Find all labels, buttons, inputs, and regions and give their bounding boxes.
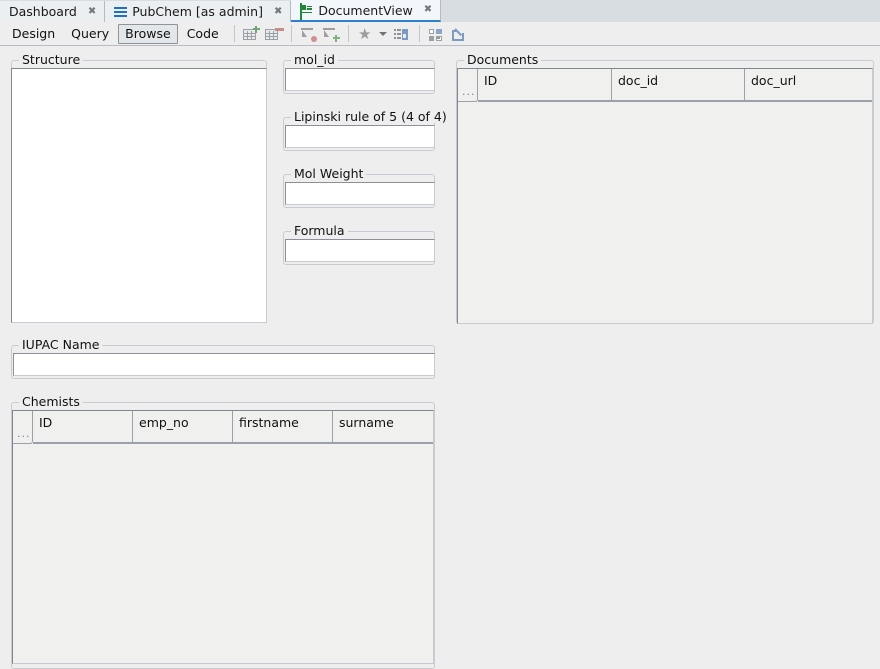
bars-icon: [114, 6, 127, 18]
documents-table-body[interactable]: [458, 102, 872, 323]
chemists-column-header-id[interactable]: ID: [33, 411, 133, 444]
save-list-icon[interactable]: [391, 25, 411, 43]
documents-column-header-doc-id[interactable]: doc_id: [612, 69, 745, 102]
open-in-window-icon[interactable]: [448, 25, 468, 43]
mol-weight-label: Mol Weight: [291, 167, 366, 180]
iupac-name-label: IUPAC Name: [19, 338, 102, 351]
documents-label: Documents: [464, 53, 541, 66]
chemists-column-header-emp-no[interactable]: emp_no: [133, 411, 233, 444]
tab-bar: Dashboard ✖ PubChem [as admin] ✖ Documen…: [0, 0, 880, 23]
tab-label: PubChem [as admin]: [132, 4, 263, 19]
documents-corner-label: ...: [462, 89, 476, 95]
chemists-corner-label: ...: [17, 431, 31, 437]
close-icon[interactable]: ✖: [88, 7, 96, 17]
lipinski-group: Lipinski rule of 5 (4 of 4): [283, 111, 435, 151]
form-content: Structure mol_id Lipinski rule of 5 (4 o…: [0, 47, 880, 669]
toolbar: Design Query Browse Code ★: [0, 22, 880, 46]
add-row-icon[interactable]: [241, 25, 261, 43]
mode-button-browse[interactable]: Browse: [118, 24, 178, 44]
formula-input[interactable]: [285, 239, 435, 262]
tab-label: DocumentView: [318, 3, 412, 18]
documents-column-header-doc-url[interactable]: doc_url: [745, 69, 872, 102]
mol-id-label: mol_id: [291, 53, 338, 66]
documents-group: Documents ... ID doc_id doc_url: [456, 54, 874, 324]
mol-weight-input[interactable]: [285, 182, 435, 205]
mol-id-group: mol_id: [283, 54, 435, 94]
filter-add-icon[interactable]: [320, 25, 340, 43]
formula-group: Formula: [283, 225, 435, 265]
documents-table-header-row: ... ID doc_id doc_url: [458, 69, 872, 102]
chemists-table-corner-button[interactable]: ...: [13, 411, 33, 444]
mol-weight-group: Mol Weight: [283, 168, 435, 208]
chemists-column-header-surname[interactable]: surname: [333, 411, 433, 444]
mode-button-code[interactable]: Code: [180, 24, 226, 44]
iupac-name-input[interactable]: [13, 353, 435, 376]
close-icon[interactable]: ✖: [274, 7, 282, 17]
mol-id-input[interactable]: [285, 68, 435, 91]
toolbar-separator: [419, 25, 420, 42]
chemists-group: Chemists ... ID emp_no firstname surname: [11, 396, 435, 669]
mode-button-design[interactable]: Design: [5, 24, 62, 44]
close-icon[interactable]: ✖: [424, 5, 432, 15]
formula-label: Formula: [291, 224, 348, 237]
toolbar-separator: [291, 25, 292, 42]
tab-pubchem[interactable]: PubChem [as admin] ✖: [105, 1, 291, 22]
tab-dashboard[interactable]: Dashboard ✖: [0, 1, 105, 22]
structure-group: Structure: [11, 54, 267, 323]
favorite-star-icon[interactable]: ★: [355, 25, 375, 43]
panel-layout-icon[interactable]: [426, 25, 446, 43]
tab-documentview[interactable]: DocumentView ✖: [291, 0, 441, 22]
chemists-label: Chemists: [19, 395, 83, 408]
toolbar-separator: [348, 25, 349, 42]
documents-column-header-id[interactable]: ID: [478, 69, 612, 102]
lipinski-label: Lipinski rule of 5 (4 of 4): [291, 110, 450, 123]
structure-label: Structure: [19, 53, 83, 66]
documents-table-corner-button[interactable]: ...: [458, 69, 478, 102]
lipinski-input[interactable]: [285, 125, 435, 148]
tab-label: Dashboard: [9, 4, 77, 19]
iupac-name-group: IUPAC Name: [11, 339, 435, 379]
favorite-dropdown-caret-icon[interactable]: [377, 25, 389, 43]
filter-remove-icon[interactable]: [298, 25, 318, 43]
documents-table[interactable]: ... ID doc_id doc_url: [457, 68, 873, 324]
toolbar-separator: [234, 25, 235, 42]
chemists-column-header-firstname[interactable]: firstname: [233, 411, 333, 444]
chemists-table-header-row: ... ID emp_no firstname surname: [13, 411, 433, 444]
chemists-table-body[interactable]: [13, 444, 433, 663]
mode-button-query[interactable]: Query: [64, 24, 116, 44]
delete-row-icon[interactable]: [263, 25, 283, 43]
structure-canvas[interactable]: [11, 68, 267, 323]
chemists-table[interactable]: ... ID emp_no firstname surname: [12, 410, 434, 664]
record-icon: [300, 4, 313, 16]
